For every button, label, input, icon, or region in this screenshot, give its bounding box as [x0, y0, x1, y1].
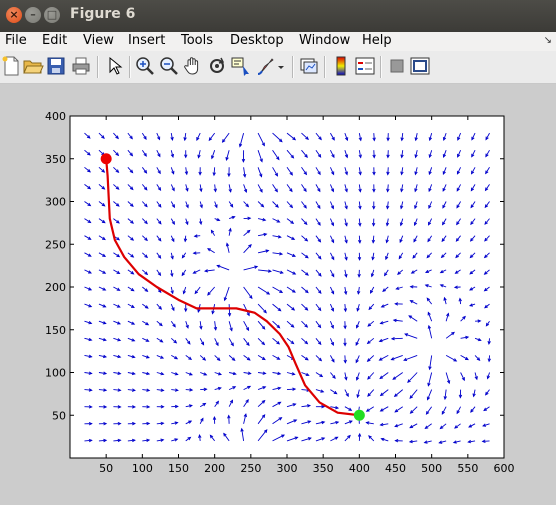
x-tick-label: 500: [421, 462, 442, 475]
x-tick-label: 350: [313, 462, 334, 475]
x-tick-label: 600: [494, 462, 515, 475]
hide-plot-tools-icon[interactable]: [386, 55, 408, 77]
save-icon[interactable]: [45, 55, 67, 77]
x-tick-label: 400: [349, 462, 370, 475]
edit-plot-arrow-icon[interactable]: [103, 55, 125, 77]
zoom-out-icon[interactable]: [158, 55, 180, 77]
toolbar-separator: [97, 56, 99, 78]
y-tick-label: 100: [45, 367, 66, 380]
figure-canvas[interactable]: 50 100 150 200 250 300 350 400 450 500 550 600 50 10…: [0, 84, 556, 505]
insert-colorbar-icon[interactable]: [330, 55, 352, 77]
rotate-3d-icon[interactable]: [206, 55, 228, 77]
y-tick-label: 300: [45, 196, 66, 209]
quiver-plot[interactable]: 50 100 150 200 250 300 350 400 450 500 550 600 50 10…: [0, 84, 556, 505]
y-tick-label: 200: [45, 281, 66, 294]
figure-window: × – □ Figure 6 File Edit View Insert Too…: [0, 0, 556, 505]
x-tick-label: 250: [240, 462, 261, 475]
menu-window[interactable]: Window: [299, 33, 350, 48]
goal-point-marker: [353, 409, 365, 421]
pan-hand-icon[interactable]: [182, 55, 204, 77]
x-tick-label: 300: [277, 462, 298, 475]
minimize-window-button[interactable]: –: [25, 7, 41, 23]
toolbar-separator: [292, 56, 294, 78]
brush-icon[interactable]: [255, 55, 277, 77]
x-tick-label: 550: [457, 462, 478, 475]
zoom-in-icon[interactable]: [134, 55, 156, 77]
x-tick-label: 100: [132, 462, 153, 475]
maximize-window-button[interactable]: □: [44, 7, 60, 23]
start-point-marker: [100, 153, 112, 165]
figure-toolbar: [0, 51, 556, 84]
menu-help[interactable]: Help: [362, 33, 392, 48]
new-figure-icon[interactable]: [0, 55, 22, 77]
menu-bar: File Edit View Insert Tools Desktop Wind…: [0, 32, 556, 51]
link-plot-icon[interactable]: [298, 55, 320, 77]
y-tick-label: 250: [45, 238, 66, 251]
data-cursor-icon[interactable]: [230, 55, 252, 77]
y-tick-label: 150: [45, 324, 66, 337]
menu-edit[interactable]: Edit: [42, 33, 67, 48]
brush-dropdown-icon[interactable]: [275, 55, 287, 77]
y-tick-label: 350: [45, 153, 66, 166]
menu-view[interactable]: View: [83, 33, 114, 48]
close-window-button[interactable]: ×: [6, 7, 22, 23]
show-plot-tools-icon[interactable]: [409, 55, 431, 77]
x-tick-label: 450: [385, 462, 406, 475]
x-tick-label: 150: [168, 462, 189, 475]
menu-tools[interactable]: Tools: [181, 33, 213, 48]
x-tick-label: 200: [204, 462, 225, 475]
toolbar-separator: [324, 56, 326, 78]
insert-legend-icon[interactable]: [354, 55, 376, 77]
open-file-icon[interactable]: [22, 55, 44, 77]
window-title: Figure 6: [70, 6, 136, 22]
y-tick-label: 50: [52, 409, 66, 422]
toolbar-separator: [380, 56, 382, 78]
x-tick-label: 50: [99, 462, 113, 475]
menu-desktop[interactable]: Desktop: [230, 33, 284, 48]
y-tick-label: 400: [45, 110, 66, 123]
toolbar-separator: [129, 56, 131, 78]
title-bar: × – □ Figure 6: [0, 0, 556, 32]
dock-figure-icon[interactable]: ↘: [544, 35, 552, 46]
print-icon[interactable]: [70, 55, 92, 77]
menu-file[interactable]: File: [5, 33, 27, 48]
menu-insert[interactable]: Insert: [128, 33, 165, 48]
